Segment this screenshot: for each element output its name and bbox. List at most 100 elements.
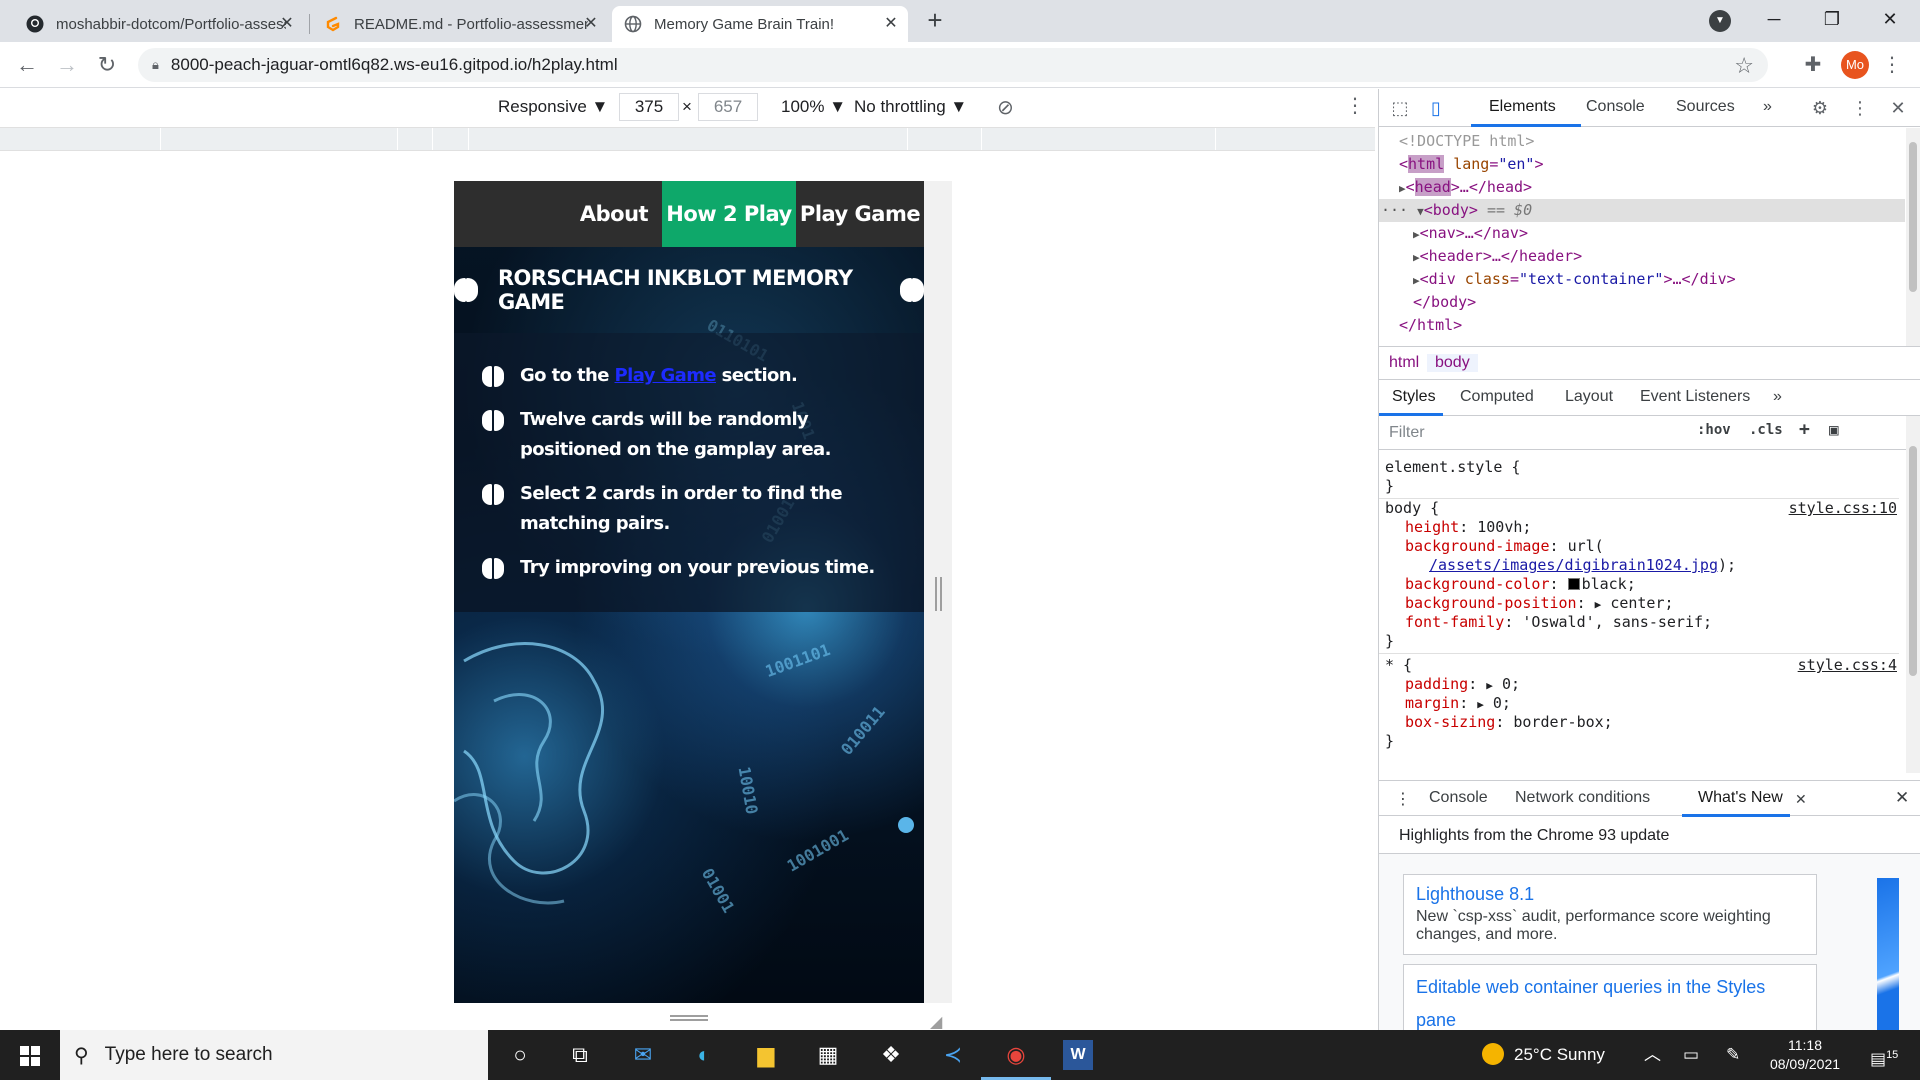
profile-avatar[interactable]: Mo [1841, 51, 1869, 79]
drawer-tab-network-conditions[interactable]: Network conditions [1515, 789, 1650, 807]
drawer-tab-whats-new[interactable]: What's New [1698, 789, 1783, 807]
browser-tab-readme[interactable]: README.md - Portfolio-assessment ✕ [312, 6, 608, 42]
dropbox-icon[interactable]: ❖ [876, 1040, 906, 1070]
zoom-dropdown[interactable]: 100% ▼ [781, 97, 846, 117]
new-tab-button[interactable]: + [920, 6, 950, 36]
tab-search-icon[interactable]: ▼ [1709, 10, 1731, 32]
forward-icon[interactable]: → [52, 50, 82, 80]
expand-arrow-icon[interactable]: ▶ [1486, 679, 1493, 692]
reload-icon[interactable]: ↻ [92, 50, 122, 80]
device-options-icon[interactable]: ⋮ [1345, 93, 1365, 118]
declaration[interactable]: font-family: 'Oswald', sans-serif; [1405, 613, 1712, 632]
taskbar-search-box[interactable]: ⚲ Type here to search [60, 1030, 488, 1080]
body-rule-source-link[interactable]: style.css:10 [1789, 499, 1897, 518]
close-tab-icon[interactable]: ✕ [582, 15, 600, 33]
tab-styles[interactable]: Styles [1392, 388, 1436, 406]
hov-toggle[interactable]: :hov [1697, 422, 1731, 438]
toggle-sidebar-icon[interactable]: ▣ [1829, 420, 1839, 439]
tab-computed[interactable]: Computed [1460, 388, 1534, 406]
dom-doctype[interactable]: <!DOCTYPE html> [1379, 130, 1905, 153]
chrome-icon[interactable]: ◉ [981, 1040, 1051, 1080]
element-style-rule[interactable]: element.style { [1385, 458, 1520, 477]
expand-arrow-icon[interactable]: ▶ [1413, 228, 1420, 241]
close-drawer-icon[interactable]: ✕ [1895, 788, 1909, 808]
expand-arrow-icon[interactable]: ▶ [1595, 598, 1602, 611]
whats-new-card[interactable]: Editable web container queries in the St… [1403, 964, 1817, 1030]
throttling-dropdown[interactable]: No throttling ▼ [854, 97, 967, 117]
tab-console[interactable]: Console [1586, 98, 1645, 116]
dom-nav-node[interactable]: ▶<nav>…</nav> [1379, 222, 1905, 245]
expand-arrow-icon[interactable]: ▶ [1399, 182, 1406, 195]
more-tabs-icon[interactable]: » [1763, 98, 1772, 116]
bookmark-star-icon[interactable]: ☆ [1734, 53, 1754, 79]
card-title[interactable]: Editable web container queries in the St… [1416, 971, 1804, 1030]
body-rule-selector[interactable]: body { [1385, 499, 1439, 518]
resize-handle-right[interactable] [935, 577, 942, 611]
resize-handle-bottom[interactable] [670, 1015, 708, 1021]
edge-icon[interactable]: ◐ [689, 1040, 719, 1070]
device-toggle-icon[interactable]: ▯ [1425, 97, 1447, 119]
tab-layout[interactable]: Layout [1565, 388, 1613, 406]
store-icon[interactable]: ▦ [813, 1040, 843, 1070]
browser-tab-github[interactable]: moshabbir-dotcom/Portfolio-assessment ✕ [14, 6, 304, 42]
back-icon[interactable]: ← [12, 50, 42, 80]
minimize-icon[interactable]: ─ [1746, 0, 1802, 40]
collapse-arrow-icon[interactable]: ▼ [1417, 205, 1424, 218]
close-whats-new-icon[interactable]: ✕ [1795, 791, 1807, 808]
devtools-menu-icon[interactable]: ⋮ [1849, 97, 1871, 119]
cls-toggle[interactable]: .cls [1749, 422, 1783, 438]
file-explorer-icon[interactable]: ▆ [751, 1040, 781, 1070]
restore-icon[interactable]: ❐ [1804, 0, 1860, 40]
star-rule-source-link[interactable]: style.css:4 [1798, 656, 1897, 675]
declaration[interactable]: margin: ▶ 0; [1405, 694, 1511, 714]
viewport-height-input[interactable]: 657 [698, 93, 758, 121]
pen-icon[interactable]: ✎ [1726, 1030, 1740, 1080]
address-bar[interactable]: 🔒︎ 8000-peach-jaguar-omtl6q82.ws-eu16.gi… [138, 48, 1768, 82]
weather-widget[interactable]: 25°C Sunny [1482, 1030, 1605, 1080]
scrollbar-thumb[interactable] [1909, 446, 1917, 676]
expand-arrow-icon[interactable]: ▶ [1477, 698, 1484, 711]
play-game-inline-link[interactable]: Play Game [615, 365, 717, 386]
cortana-icon[interactable]: ○ [505, 1040, 535, 1070]
word-icon[interactable]: W [1063, 1040, 1093, 1070]
media-query-ruler[interactable] [0, 127, 1375, 151]
new-rule-icon[interactable]: + [1799, 419, 1810, 440]
nav-about-link[interactable]: About [572, 181, 656, 247]
notifications-icon[interactable]: ▤15 [1870, 1030, 1898, 1080]
windows-start-icon[interactable] [20, 1046, 40, 1066]
asset-link[interactable]: /assets/images/digibrain1024.jpg [1429, 556, 1718, 574]
dom-header-node[interactable]: ▶<header>…</header> [1379, 245, 1905, 268]
nav-how2play-link[interactable]: How 2 Play [662, 181, 796, 247]
color-swatch-icon[interactable] [1567, 578, 1580, 590]
browser-menu-icon[interactable]: ⋮ [1880, 54, 1904, 78]
dom-html-close[interactable]: </html> [1379, 314, 1905, 337]
browser-tab-memory-game[interactable]: Memory Game Brain Train! ✕ [612, 6, 908, 42]
styles-scrollbar[interactable] [1906, 416, 1920, 773]
viewport-width-input[interactable]: 375 [619, 93, 679, 121]
dom-head-node[interactable]: ▶<head>…</head> [1379, 176, 1905, 199]
expand-arrow-icon[interactable]: ▶ [1413, 251, 1420, 264]
declaration[interactable]: height: 100vh; [1405, 518, 1531, 537]
styles-filter-input[interactable]: Filter [1385, 421, 1685, 445]
close-devtools-icon[interactable]: ✕ [1887, 97, 1909, 119]
mail-icon[interactable]: ✉ [628, 1040, 658, 1070]
card-title[interactable]: Lighthouse 8.1 [1416, 881, 1804, 908]
inspect-element-icon[interactable]: ⬚ [1389, 97, 1411, 119]
star-rule-selector[interactable]: * { [1385, 656, 1412, 675]
task-view-icon[interactable]: ⧉ [565, 1040, 595, 1070]
crumb-body[interactable]: body [1427, 354, 1478, 372]
whats-new-card[interactable]: Lighthouse 8.1 New `csp-xss` audit, perf… [1403, 874, 1817, 955]
crumb-html[interactable]: html [1389, 354, 1419, 372]
dom-scrollbar[interactable] [1906, 128, 1920, 346]
tab-sources[interactable]: Sources [1676, 98, 1735, 116]
taskbar-clock[interactable]: 11:18 08/09/2021 [1768, 1036, 1842, 1074]
close-tab-icon[interactable]: ✕ [278, 15, 296, 33]
close-window-icon[interactable]: ✕ [1862, 0, 1918, 40]
rotate-icon[interactable]: ⊘ [997, 95, 1014, 120]
tab-event-listeners[interactable]: Event Listeners [1640, 388, 1750, 406]
device-icon[interactable]: ▭ [1683, 1030, 1699, 1080]
nav-play-game-link[interactable]: Play Game [796, 181, 924, 247]
declaration[interactable]: background-color: black; [1405, 575, 1636, 594]
responsive-dropdown[interactable]: Responsive ▼ [498, 97, 608, 117]
expand-arrow-icon[interactable]: ▶ [1413, 274, 1420, 287]
